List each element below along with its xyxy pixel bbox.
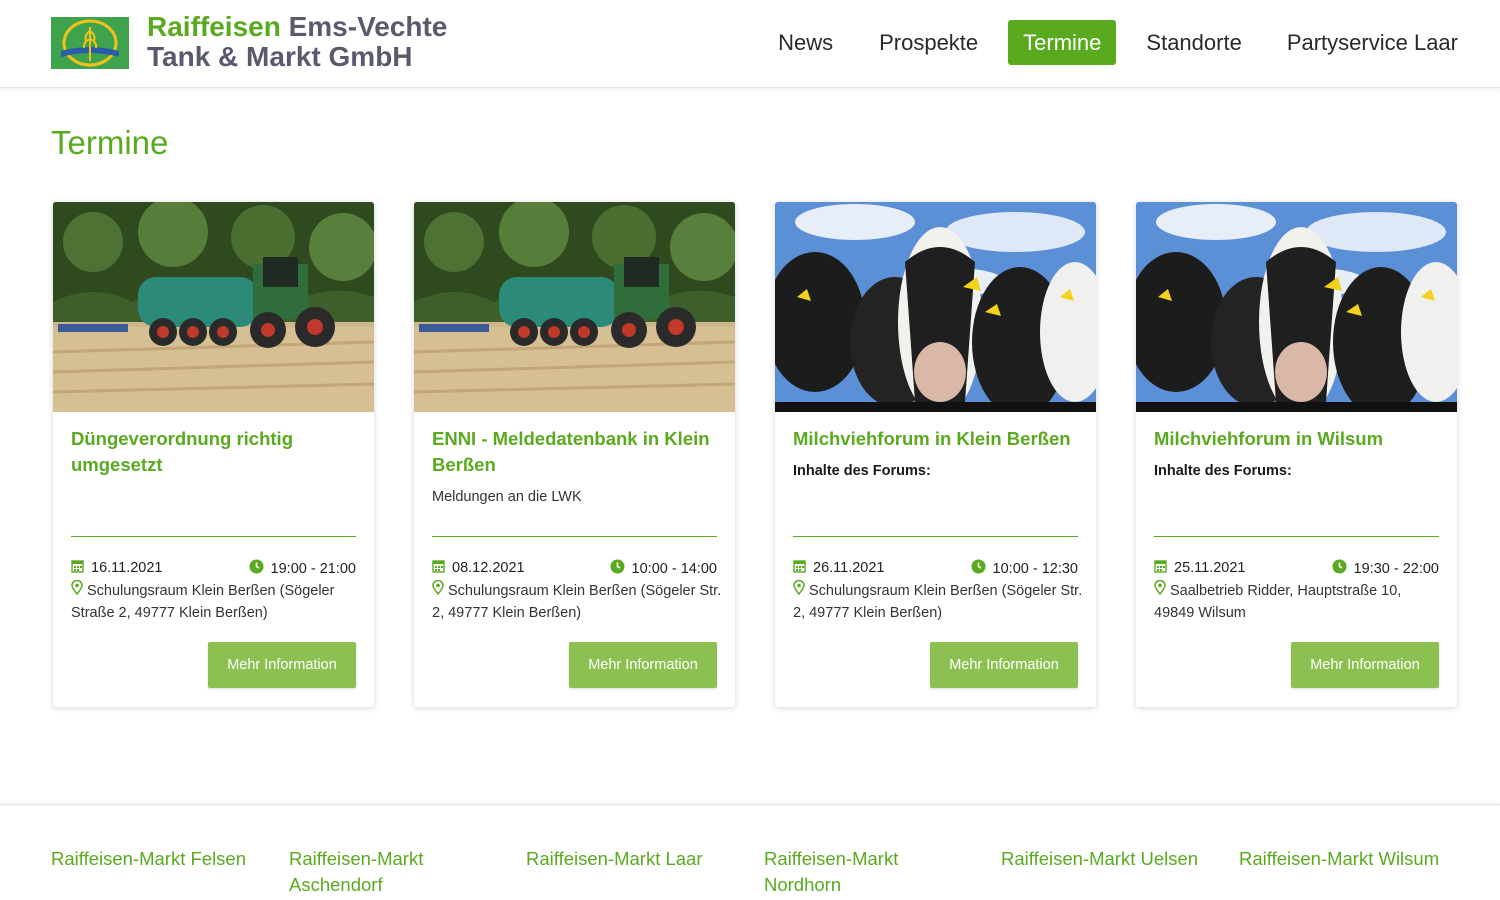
mehr-information-button[interactable]: Mehr Information xyxy=(1291,642,1439,688)
event-date: 16.11.2021 xyxy=(71,559,163,577)
calendar-icon xyxy=(1154,559,1167,577)
mehr-information-button[interactable]: Mehr Information xyxy=(569,642,717,688)
event-subtitle: Meldungen an die LWK xyxy=(432,489,582,505)
brand-line1-gray: Ems-Vechte xyxy=(280,11,448,42)
mehr-information-button[interactable]: Mehr Information xyxy=(930,642,1078,688)
map-pin-icon xyxy=(432,579,444,602)
event-image-cows xyxy=(1136,202,1457,412)
event-location-text: Schulungsraum Klein Berßen (Sögeler Str.… xyxy=(793,583,1083,622)
card-divider xyxy=(432,536,717,537)
footer-link-laar[interactable]: Raiffeisen-Markt Laar xyxy=(526,846,736,872)
nav-item-termine[interactable]: Termine xyxy=(1008,20,1117,65)
event-location: Schulungsraum Klein Berßen (Sögeler Str.… xyxy=(793,579,1083,624)
event-image-tractor xyxy=(414,202,735,412)
card-divider xyxy=(71,536,356,537)
event-time: 19:30 - 22:00 xyxy=(1332,559,1439,578)
event-meta: 25.11.2021 19:30 - 22:00 xyxy=(1154,559,1439,577)
brand-name[interactable]: Raiffeisen Ems-Vechte Tank & Markt GmbH xyxy=(147,12,447,72)
event-card[interactable]: Düngeverordnung richtig umgesetzt 16.11.… xyxy=(53,202,374,707)
raiffeisen-logo[interactable] xyxy=(51,17,129,69)
event-subtitle: Inhalte des Forums: xyxy=(1154,463,1292,479)
event-card[interactable]: ENNI - Meldedatenbank in Klein Berßen Me… xyxy=(414,202,735,707)
card-divider xyxy=(1154,536,1439,537)
map-pin-icon xyxy=(71,579,83,602)
event-meta: 16.11.2021 19:00 - 21:00 xyxy=(71,559,356,577)
nav-item-news[interactable]: News xyxy=(763,20,848,65)
site-footer: Raiffeisen-Markt Felsen Raiffeisen-Markt… xyxy=(0,804,1500,900)
event-date-text: 16.11.2021 xyxy=(91,560,163,576)
event-title[interactable]: Düngeverordnung richtig umgesetzt xyxy=(71,426,361,478)
clock-icon xyxy=(1332,559,1347,578)
event-subtitle: Inhalte des Forums: xyxy=(793,463,931,479)
event-image-cows xyxy=(775,202,1096,412)
calendar-icon xyxy=(793,559,806,577)
footer-link-wilsum[interactable]: Raiffeisen-Markt Wilsum xyxy=(1239,846,1479,872)
event-location-text: Saalbetrieb Ridder, Hauptstraße 10, 4984… xyxy=(1154,583,1402,622)
event-title[interactable]: Milchviehforum in Klein Berßen xyxy=(793,426,1083,452)
event-time: 19:00 - 21:00 xyxy=(249,559,356,578)
event-time-text: 10:00 - 14:00 xyxy=(631,560,717,577)
brand-line1-green: Raiffeisen xyxy=(147,11,281,42)
event-card[interactable]: Milchviehforum in Klein Berßen Inhalte d… xyxy=(775,202,1096,707)
event-time: 10:00 - 12:30 xyxy=(971,559,1078,578)
nav-item-partyservice-laar[interactable]: Partyservice Laar xyxy=(1272,20,1458,65)
event-location: Schulungsraum Klein Berßen (Sögeler Str.… xyxy=(432,579,722,624)
footer-link-uelsen[interactable]: Raiffeisen-Markt Uelsen xyxy=(1001,846,1221,872)
event-date-text: 25.11.2021 xyxy=(1174,560,1246,576)
page-title: Termine xyxy=(51,124,169,161)
event-location: Saalbetrieb Ridder, Hauptstraße 10, 4984… xyxy=(1154,579,1444,624)
event-date: 08.12.2021 xyxy=(432,559,525,577)
footer-link-felsen[interactable]: Raiffeisen-Markt Felsen xyxy=(51,846,261,872)
clock-icon xyxy=(610,559,625,578)
event-time-text: 19:30 - 22:00 xyxy=(1353,560,1439,577)
event-meta: 08.12.2021 10:00 - 14:00 xyxy=(432,559,717,577)
event-date-text: 08.12.2021 xyxy=(452,560,525,576)
event-time: 10:00 - 14:00 xyxy=(610,559,717,578)
event-location-text: Schulungsraum Klein Berßen (Sögeler Str.… xyxy=(432,583,722,622)
event-time-text: 10:00 - 12:30 xyxy=(992,560,1078,577)
footer-link-nordhorn[interactable]: Raiffeisen-Markt Nordhorn xyxy=(764,846,924,898)
event-image-tractor xyxy=(53,202,374,412)
main-nav: News Prospekte Termine Standorte Partyse… xyxy=(763,20,1458,65)
calendar-icon xyxy=(71,559,84,577)
footer-link-aschendorf[interactable]: Raiffeisen-Markt Aschendorf xyxy=(289,846,459,898)
brand-line2: Tank & Markt GmbH xyxy=(147,41,413,72)
calendar-icon xyxy=(432,559,445,577)
event-title[interactable]: ENNI - Meldedatenbank in Klein Berßen xyxy=(432,426,722,478)
event-meta: 26.11.2021 10:00 - 12:30 xyxy=(793,559,1078,577)
event-card[interactable]: Milchviehforum in Wilsum Inhalte des For… xyxy=(1136,202,1457,707)
nav-item-prospekte[interactable]: Prospekte xyxy=(864,20,993,65)
map-pin-icon xyxy=(1154,579,1166,602)
event-time-text: 19:00 - 21:00 xyxy=(270,560,356,577)
site-header: Raiffeisen Ems-Vechte Tank & Markt GmbH … xyxy=(0,0,1500,88)
event-location: Schulungsraum Klein Berßen (Sögeler Stra… xyxy=(71,579,361,624)
event-date-text: 26.11.2021 xyxy=(813,560,885,576)
nav-item-standorte[interactable]: Standorte xyxy=(1131,20,1256,65)
event-date: 25.11.2021 xyxy=(1154,559,1246,577)
card-divider xyxy=(793,536,1078,537)
clock-icon xyxy=(971,559,986,578)
event-title[interactable]: Milchviehforum in Wilsum xyxy=(1154,426,1444,452)
clock-icon xyxy=(249,559,264,578)
mehr-information-button[interactable]: Mehr Information xyxy=(208,642,356,688)
event-date: 26.11.2021 xyxy=(793,559,885,577)
map-pin-icon xyxy=(793,579,805,602)
event-location-text: Schulungsraum Klein Berßen (Sögeler Stra… xyxy=(71,583,335,622)
